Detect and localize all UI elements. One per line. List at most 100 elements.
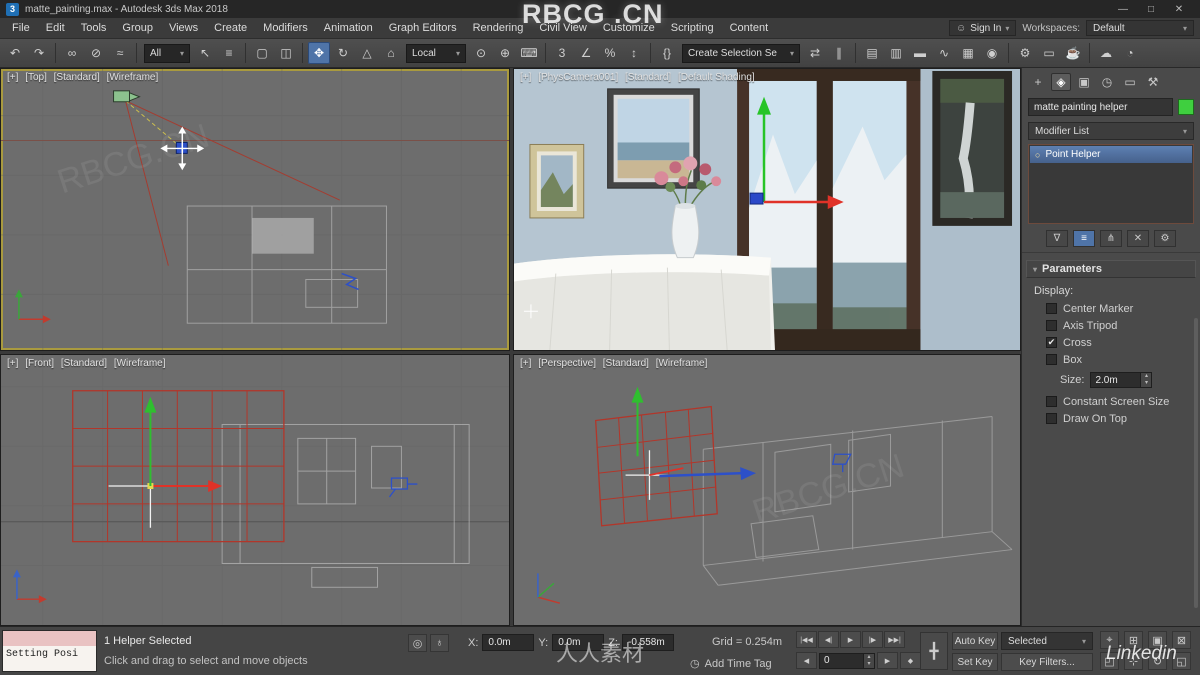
select-and-scale-icon[interactable]: △	[356, 42, 378, 64]
undo-icon[interactable]: ↶	[4, 42, 26, 64]
select-and-manipulate-icon[interactable]: ⊕	[494, 42, 516, 64]
percent-snap-icon[interactable]: %	[599, 42, 621, 64]
panel-scrollbar[interactable]	[1194, 318, 1198, 608]
viewport-renderer-label[interactable]: [Standard]	[603, 358, 649, 369]
key-mode-toggle[interactable]: ◆	[900, 652, 921, 669]
spin-up-icon[interactable]: ▴	[1141, 373, 1151, 380]
viewport-renderer-label[interactable]: [Standard]	[61, 358, 107, 369]
viewport-front[interactable]: [+] [Front] [Standard] [Wireframe]	[0, 354, 510, 626]
tab-hierarchy[interactable]: ▣	[1074, 73, 1094, 91]
previous-frame-button[interactable]: ◀|	[818, 631, 839, 648]
viewport-menu-button[interactable]: [+]	[520, 72, 531, 83]
checkbox-box[interactable]	[1046, 354, 1057, 365]
spin-down-icon[interactable]: ▾	[1141, 380, 1151, 387]
unlink-selection-icon[interactable]: ⊘	[85, 42, 107, 64]
x-coordinate-field[interactable]: 0.0m	[482, 634, 535, 651]
render-in-cloud-icon[interactable]: ☁	[1095, 42, 1117, 64]
tab-display[interactable]: ▭	[1120, 73, 1140, 91]
checkbox-axis-tripod[interactable]: Axis Tripod	[1046, 317, 1200, 334]
edit-named-selections-icon[interactable]: {}	[656, 42, 678, 64]
angle-snap-icon[interactable]: ∠	[575, 42, 597, 64]
menu-group[interactable]: Group	[114, 19, 161, 37]
render-setup-icon[interactable]: ⚙	[1014, 42, 1036, 64]
checkbox-cross[interactable]: ✔ Cross	[1046, 334, 1200, 351]
checkbox-center-marker[interactable]: Center Marker	[1046, 300, 1200, 317]
select-object-icon[interactable]: ↖	[194, 42, 216, 64]
z-coordinate-field[interactable]: -0.558m	[621, 634, 674, 651]
pin-stack-icon[interactable]: ∇	[1046, 230, 1068, 247]
next-frame-spin[interactable]: ▶	[877, 652, 898, 669]
object-name-field[interactable]: matte painting helper	[1028, 98, 1173, 116]
viewport-menu-button[interactable]: [+]	[7, 358, 18, 369]
viewport-shading-label[interactable]: [Default Shading]	[678, 72, 755, 83]
viewport-pov-label[interactable]: [Top]	[25, 72, 47, 83]
selection-filter-dropdown[interactable]: All ▾	[144, 43, 190, 63]
menu-views[interactable]: Views	[161, 19, 206, 37]
viewport-shading-label[interactable]: [Wireframe]	[656, 358, 708, 369]
menu-animation[interactable]: Animation	[316, 19, 381, 37]
show-end-result-icon[interactable]: ≡	[1073, 230, 1095, 247]
window-crossing-icon[interactable]: ◫	[275, 42, 297, 64]
remove-modifier-icon[interactable]: ✕	[1127, 230, 1149, 247]
selection-lock-icon[interactable]: ♁	[430, 634, 449, 652]
viewport-pov-label[interactable]: [PhysCamera001]	[538, 72, 618, 83]
rendered-frame-icon[interactable]: ▭	[1038, 42, 1060, 64]
checkbox-box[interactable]	[1046, 320, 1057, 331]
render-iterative-icon[interactable]: ◔	[1119, 42, 1141, 64]
layer-explorer-icon[interactable]: ▥	[885, 42, 907, 64]
minimize-button[interactable]: —	[1116, 4, 1130, 15]
frame-spinner-arrows[interactable]: ▴ ▾	[863, 653, 874, 668]
menu-scripting[interactable]: Scripting	[663, 19, 722, 37]
add-time-tag[interactable]: ◷ Add Time Tag	[690, 657, 772, 671]
viewport-menu-button[interactable]: [+]	[7, 72, 18, 83]
zoom-icon[interactable]: ⌖	[1100, 631, 1119, 649]
set-key-button[interactable]: Set Key	[952, 653, 998, 671]
configure-modifier-sets-icon[interactable]: ⚙	[1154, 230, 1176, 247]
selection-set-dropdown[interactable]: Selected ▾	[1001, 632, 1093, 650]
tab-create[interactable]: +	[1028, 73, 1048, 91]
checkbox-draw-on-top[interactable]: Draw On Top	[1046, 410, 1200, 427]
select-and-move-icon[interactable]: ✥	[308, 42, 330, 64]
spinner-arrows[interactable]: ▴ ▾	[1140, 373, 1152, 387]
zoom-extents-all-icon[interactable]: ⊠	[1172, 631, 1191, 649]
keyboard-override-icon[interactable]: ⌨	[518, 42, 540, 64]
play-button[interactable]: ▶	[840, 631, 861, 648]
render-production-icon[interactable]: ☕	[1062, 42, 1084, 64]
y-coordinate-field[interactable]: 0.0m	[552, 634, 605, 651]
curve-editor-icon[interactable]: ∿	[933, 42, 955, 64]
reference-coordinate-dropdown[interactable]: Local ▾	[406, 43, 466, 63]
workspace-dropdown[interactable]: Default ▾	[1086, 20, 1194, 36]
macro-recorder-line[interactable]	[3, 631, 96, 646]
stack-item-point-helper[interactable]: ○ Point Helper	[1030, 146, 1192, 163]
viewport-perspective[interactable]: [+] [Perspective] [Standard] [Wireframe]	[513, 354, 1021, 626]
parameters-rollout-header[interactable]: ▾ Parameters	[1026, 260, 1196, 278]
set-keys-button[interactable]: ╋	[920, 632, 948, 670]
menu-create[interactable]: Create	[206, 19, 255, 37]
spin-down-icon[interactable]: ▾	[864, 661, 874, 668]
tab-utilities[interactable]: ⚒	[1143, 73, 1163, 91]
select-by-name-icon[interactable]: ≡	[218, 42, 240, 64]
maximize-viewport-icon[interactable]: ◱	[1172, 652, 1191, 670]
viewport-menu-button[interactable]: [+]	[520, 358, 531, 369]
orbit-icon[interactable]: ↻	[1148, 652, 1167, 670]
viewport-pov-label[interactable]: [Perspective]	[538, 358, 596, 369]
select-and-place-icon[interactable]: ⌂	[380, 42, 402, 64]
material-editor-icon[interactable]: ◉	[981, 42, 1003, 64]
menu-edit[interactable]: Edit	[38, 19, 73, 37]
checkbox-box[interactable]	[1046, 303, 1057, 314]
maximize-button[interactable]: □	[1144, 4, 1158, 15]
sign-in-button[interactable]: ☺ Sign In ▾	[949, 20, 1017, 36]
use-pivot-center-icon[interactable]: ⊙	[470, 42, 492, 64]
viewport-renderer-label[interactable]: [Standard]	[625, 72, 671, 83]
modifier-list-dropdown[interactable]: Modifier List ▾	[1028, 122, 1194, 140]
mirror-icon[interactable]: ⇄	[804, 42, 826, 64]
checkbox-box[interactable]: Box	[1046, 351, 1200, 368]
menu-graph-editors[interactable]: Graph Editors	[381, 19, 465, 37]
tab-modify[interactable]: ◈	[1051, 73, 1071, 91]
pan-icon[interactable]: ⊹	[1124, 652, 1143, 670]
checkbox-box[interactable]	[1046, 396, 1057, 407]
menu-civil-view[interactable]: Civil View	[531, 19, 594, 37]
listener-line[interactable]: Setting Posi	[3, 646, 96, 671]
tab-motion[interactable]: ◷	[1097, 73, 1117, 91]
zoom-extents-icon[interactable]: ▣	[1148, 631, 1167, 649]
